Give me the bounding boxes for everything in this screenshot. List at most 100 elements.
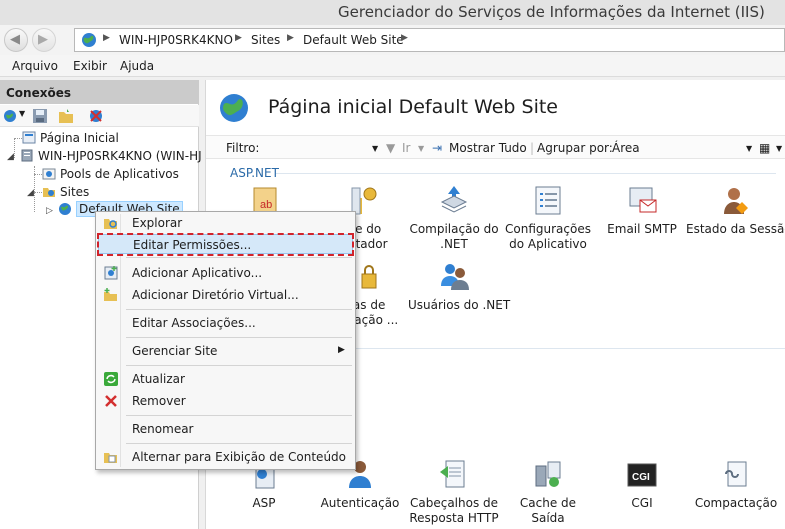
- menu-separator: [126, 443, 352, 444]
- tree-sites[interactable]: Sites: [42, 185, 89, 199]
- breadcrumb-separator-icon: ▶: [287, 33, 294, 43]
- section-divider: [276, 173, 776, 174]
- page-title: Página inicial Default Web Site: [268, 96, 559, 118]
- app-pools-icon: [42, 168, 56, 180]
- view-dropdown-icon[interactable]: ▼: [776, 144, 782, 153]
- tree-start-page[interactable]: Página Inicial: [22, 131, 119, 145]
- menu-item-rename[interactable]: Renomear: [98, 419, 353, 439]
- funnel-icon: ▼: [386, 141, 396, 155]
- compile-icon: [438, 184, 470, 216]
- feature-dotnet-users[interactable]: Usuários do .NET: [408, 260, 510, 313]
- breadcrumb-separator-icon: ▶: [103, 33, 110, 43]
- menu-item-add-application[interactable]: Adicionar Aplicativo...: [98, 263, 353, 283]
- compress-icon: [720, 458, 752, 490]
- group-by-label: Agrupar por:: [537, 141, 613, 155]
- section-aspnet: ASP.NET: [230, 166, 279, 180]
- context-menu: Explorar Editar Permissões... Adicionar …: [95, 211, 356, 470]
- add-application-icon: [104, 266, 118, 280]
- email-icon: [626, 184, 658, 216]
- show-all-icon: ⇥: [432, 141, 443, 155]
- globe-icon: [82, 33, 96, 47]
- session-icon: [720, 184, 752, 216]
- menu-item-remove[interactable]: Remover: [98, 391, 353, 411]
- menu-item-explore[interactable]: Explorar: [98, 213, 353, 233]
- feature-output-cache[interactable]: Cache de Saída: [502, 458, 594, 526]
- go-dropdown-icon[interactable]: ▼: [418, 144, 424, 153]
- feature-http-response-headers[interactable]: Cabeçalhos de Resposta HTTP: [408, 458, 500, 526]
- section-divider: [356, 348, 785, 349]
- breadcrumb-separator-icon: ▶: [401, 33, 408, 43]
- menu-item-switch-content-view[interactable]: Alternar para Exibição de Conteúdo: [98, 447, 353, 467]
- tree-line: [34, 166, 35, 212]
- menu-separator: [126, 309, 352, 310]
- tree-collapse-icon[interactable]: ◢: [7, 152, 14, 162]
- content-view-icon: [104, 453, 117, 463]
- tree-collapse-icon[interactable]: ◢: [27, 188, 34, 198]
- menu-item-edit-bindings[interactable]: Editar Associações...: [98, 313, 353, 333]
- tree-line: [14, 138, 22, 139]
- breadcrumb-server[interactable]: WIN-HJP0SRK4KNO: [119, 33, 233, 47]
- explore-icon: [104, 219, 117, 229]
- app-settings-icon: [532, 184, 564, 216]
- filter-label: Filtro:: [226, 141, 260, 155]
- disconnect-icon[interactable]: [88, 108, 104, 124]
- tree-expand-icon[interactable]: ▷: [46, 206, 53, 216]
- tree-server[interactable]: WIN-HJP0SRK4KNO (WIN-HJ: [20, 149, 202, 163]
- breadcrumb-default-site[interactable]: Default Web Site: [303, 33, 404, 47]
- submenu-arrow-icon: ▶: [338, 345, 345, 355]
- show-all-button[interactable]: Mostrar Tudo: [449, 141, 527, 155]
- toolbar-divider: |: [530, 141, 535, 155]
- menu-item-add-virtual-directory[interactable]: Adicionar Diretório Virtual...: [98, 285, 353, 305]
- menu-item-manage-site[interactable]: Gerenciar Site ▶: [98, 341, 353, 361]
- filter-dropdown-icon[interactable]: ▼: [372, 144, 378, 153]
- back-arrow-icon: ◀: [10, 32, 20, 47]
- filter-input[interactable]: [266, 139, 378, 157]
- new-folder-icon[interactable]: [58, 108, 74, 124]
- navigation-bar: ◀ ▶ ▶ WIN-HJP0SRK4KNO ▶ Sites ▶ Default …: [0, 25, 785, 55]
- menu-separator: [126, 365, 352, 366]
- filter-bar: Filtro: ▼ ▼ Ir ▼ ⇥ Mostrar Tudo | Agrupa…: [206, 135, 785, 159]
- address-bar[interactable]: ▶ WIN-HJP0SRK4KNO ▶ Sites ▶ Default Web …: [74, 28, 785, 52]
- view-icon[interactable]: ▦: [759, 141, 770, 155]
- menu-separator: [126, 415, 352, 416]
- remove-icon: [105, 395, 117, 407]
- feature-app-settings[interactable]: Configurações do Aplicativo: [502, 184, 594, 252]
- connect-globe-icon[interactable]: [3, 108, 19, 124]
- users-icon: [438, 260, 470, 292]
- start-page-icon: [22, 131, 36, 144]
- cache-icon: [532, 458, 564, 490]
- menu-arquivo[interactable]: Arquivo: [12, 59, 58, 73]
- dropdown-arrow-icon[interactable]: ▼: [19, 109, 25, 118]
- feature-dotnet-compilation[interactable]: Compilação do .NET: [408, 184, 500, 252]
- breadcrumb-separator-icon: ▶: [235, 33, 242, 43]
- feature-session-state[interactable]: Estado da Sessão: [686, 184, 785, 237]
- menu-bar: Arquivo Exibir Ajuda: [0, 55, 785, 77]
- sites-folder-icon: [43, 188, 55, 197]
- connections-toolbar: ▼: [0, 105, 199, 127]
- menu-item-refresh[interactable]: Atualizar: [98, 369, 353, 389]
- tree-app-pools[interactable]: Pools de Aplicativos: [42, 167, 179, 181]
- menu-separator: [126, 257, 352, 258]
- save-icon[interactable]: [32, 108, 48, 124]
- group-dropdown-icon[interactable]: ▼: [746, 144, 752, 153]
- menu-item-edit-permissions[interactable]: Editar Permissões...: [98, 234, 353, 254]
- svg-text:CGI: CGI: [632, 472, 650, 483]
- feature-compression[interactable]: Compactação: [690, 458, 782, 511]
- breadcrumb-sites[interactable]: Sites: [251, 33, 280, 47]
- feature-smtp-email[interactable]: Email SMTP: [596, 184, 688, 237]
- add-virtual-directory-icon: [104, 288, 117, 301]
- tree-line: [14, 138, 15, 158]
- forward-arrow-icon: ▶: [38, 32, 48, 47]
- refresh-icon: [104, 372, 118, 386]
- back-button[interactable]: ◀: [4, 28, 28, 52]
- forward-button[interactable]: ▶: [32, 28, 56, 52]
- menu-separator: [126, 337, 352, 338]
- group-by-select[interactable]: Área: [612, 141, 640, 155]
- menu-ajuda[interactable]: Ajuda: [120, 59, 154, 73]
- go-button[interactable]: Ir: [402, 141, 410, 155]
- menu-exibir[interactable]: Exibir: [73, 59, 107, 73]
- feature-cgi[interactable]: CGI CGI: [596, 458, 688, 511]
- title-bar: Gerenciador do Serviços de Informações d…: [0, 0, 785, 25]
- server-icon: [21, 149, 33, 162]
- globe-icon: [59, 203, 71, 215]
